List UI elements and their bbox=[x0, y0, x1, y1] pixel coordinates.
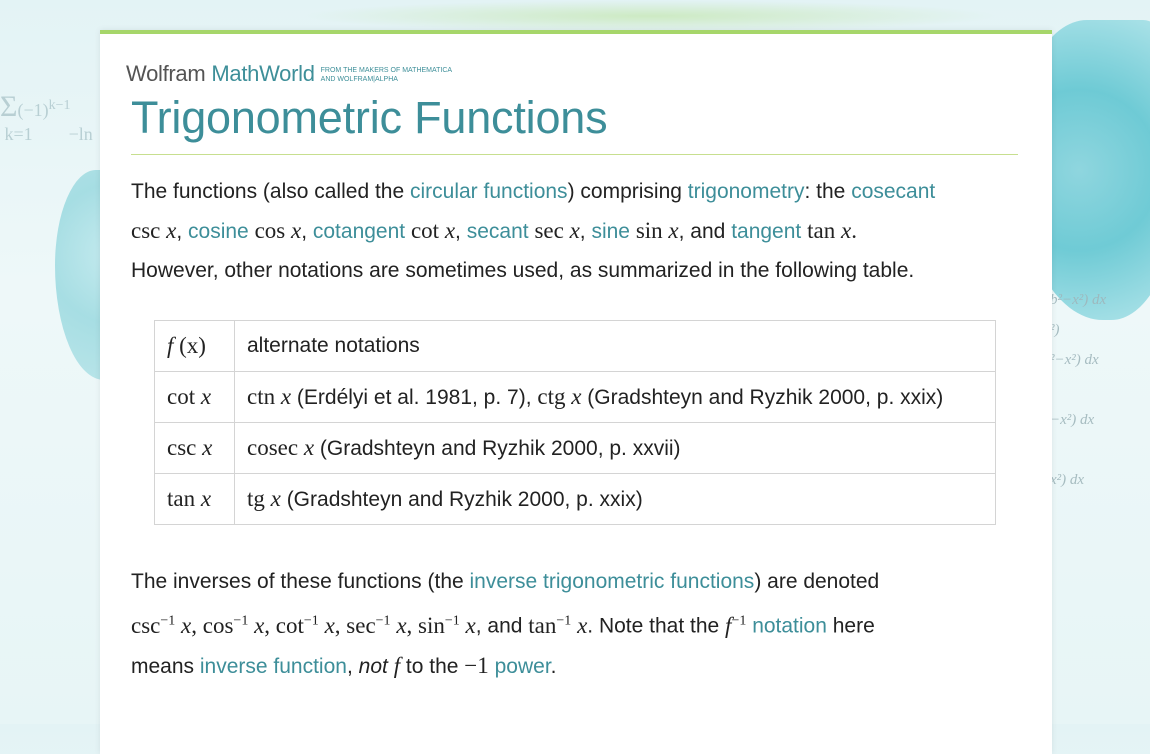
link-inverse-trigonometric-functions[interactable]: inverse trigonometric functions bbox=[470, 570, 755, 593]
math-sin-x: sin x bbox=[635, 218, 679, 243]
logo-wolfram-text: Wolfram bbox=[126, 61, 206, 86]
table-cell-function: csc x bbox=[154, 422, 235, 474]
notations-table: f (x) alternate notations cot x ctn x (E… bbox=[154, 320, 996, 525]
table-cell-notations: cosec x (Gradshteyn and Ryzhik 2000, p. … bbox=[234, 422, 996, 474]
background-formula-decoration: Σ(−1)k−1 k=1 −ln bbox=[0, 90, 93, 144]
link-tangent[interactable]: tangent bbox=[731, 220, 801, 243]
table-cell-function: cot x bbox=[154, 371, 235, 423]
math-inverse-functions: csc−1 x, cos−1 x, cot−1 x, sec−1 x, sin−… bbox=[131, 612, 476, 638]
link-power[interactable]: power bbox=[495, 655, 551, 678]
background-integral-formulas: b²−x²) dx ²) ²−x²) dx −x²) dx x²) dx bbox=[1050, 292, 1107, 488]
table-cell-notations: ctn x (Erdélyi et al. 1981, p. 7), ctg x… bbox=[234, 371, 996, 423]
table-cell-notations: tg x (Gradshteyn and Ryzhik 2000, p. xxi… bbox=[234, 473, 996, 525]
background-glow bbox=[300, 0, 1000, 32]
math-cos-x: cos x bbox=[254, 218, 302, 243]
link-sine[interactable]: sine bbox=[591, 220, 630, 243]
link-circular-functions[interactable]: circular functions bbox=[410, 180, 568, 203]
math-minus-one: −1 bbox=[464, 652, 489, 678]
link-cotangent[interactable]: cotangent bbox=[313, 220, 405, 243]
article-card: Wolfram MathWorld FROM THE MAKERS OF MAT… bbox=[100, 30, 1052, 754]
table-row: csc x cosec x (Gradshteyn and Ryzhik 200… bbox=[154, 422, 996, 474]
math-tan-x: tan x. bbox=[807, 218, 857, 243]
title-divider bbox=[131, 154, 1018, 155]
link-trigonometry[interactable]: trigonometry bbox=[688, 180, 805, 203]
intro-paragraph: The functions (also called the circular … bbox=[131, 180, 936, 282]
link-cosine[interactable]: cosine bbox=[188, 220, 249, 243]
table-row: cot x ctn x (Erdélyi et al. 1981, p. 7),… bbox=[154, 371, 996, 423]
table-header-function: f (x) bbox=[154, 320, 235, 372]
logo-tagline: FROM THE MAKERS OF MATHEMATICA AND WOLFRA… bbox=[320, 67, 453, 83]
table-row: tan x tg x (Gradshteyn and Ryzhik 2000, … bbox=[154, 473, 996, 525]
math-sec-x: sec x bbox=[534, 218, 580, 243]
math-f-inverse: f−1 bbox=[725, 612, 747, 638]
emphasis-not: not bbox=[358, 654, 388, 678]
link-inverse-function[interactable]: inverse function bbox=[200, 655, 347, 678]
table-cell-function: tan x bbox=[154, 473, 235, 525]
page-title: Trigonometric Functions bbox=[131, 92, 608, 143]
table-header-notations: alternate notations bbox=[234, 320, 996, 372]
mathworld-logo[interactable]: Wolfram MathWorld FROM THE MAKERS OF MAT… bbox=[126, 61, 452, 87]
link-cosecant[interactable]: cosecant bbox=[851, 180, 935, 203]
link-secant[interactable]: secant bbox=[467, 220, 529, 243]
logo-mathworld-text: MathWorld bbox=[211, 61, 315, 86]
math-csc-x: csc x bbox=[131, 218, 177, 243]
math-arctan: tan−1 x bbox=[528, 612, 588, 638]
math-cot-x: cot x bbox=[410, 218, 456, 243]
inverses-paragraph: The inverses of these functions (the inv… bbox=[131, 570, 880, 678]
link-notation[interactable]: notation bbox=[752, 615, 827, 638]
table-header-row: f (x) alternate notations bbox=[154, 320, 996, 372]
